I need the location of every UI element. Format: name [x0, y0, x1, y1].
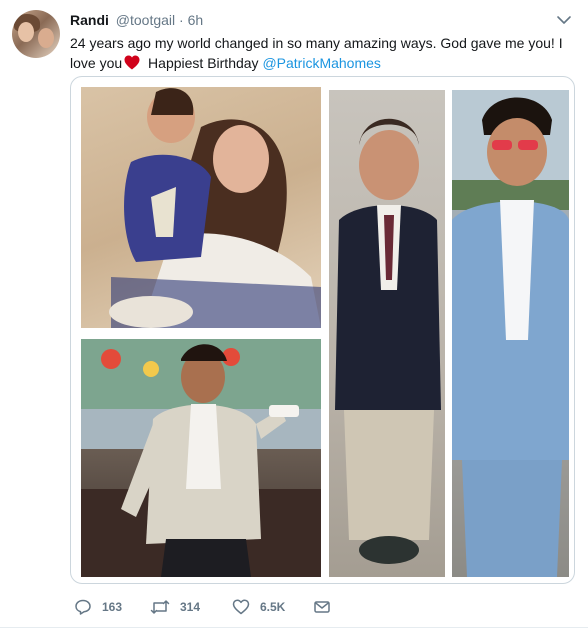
avatar-face — [38, 28, 54, 48]
photo-child-white-jacket — [81, 339, 321, 577]
tweet-text-part: Happiest Birthday — [144, 55, 263, 71]
red-heart-emoji — [124, 55, 140, 75]
mention-link[interactable]: @PatrickMahomes — [262, 55, 380, 71]
retweet-button[interactable]: 314 — [150, 596, 200, 618]
like-icon — [232, 599, 250, 615]
direct-message-button[interactable] — [313, 596, 331, 618]
photo-man-blue-suit — [452, 90, 569, 577]
tweet-header: Randi @tootgail · 6h — [70, 11, 203, 29]
media-container[interactable] — [70, 76, 575, 584]
timestamp[interactable]: 6h — [188, 12, 204, 28]
photo-mother-and-child — [81, 87, 321, 328]
photo-collage — [79, 87, 569, 577]
author-name[interactable]: Randi — [70, 12, 109, 28]
author-handle[interactable]: @tootgail — [116, 12, 175, 28]
tweet-text: 24 years ago my world changed in so many… — [70, 33, 575, 75]
photo-child-navy-blazer — [329, 90, 445, 577]
retweet-count: 314 — [180, 600, 201, 614]
chevron-down-icon[interactable] — [556, 12, 572, 28]
reply-icon — [75, 599, 91, 615]
like-button[interactable]: 6.5K — [232, 596, 285, 618]
reply-count: 163 — [102, 600, 123, 614]
like-count: 6.5K — [260, 600, 286, 614]
avatar[interactable] — [12, 10, 60, 58]
tweet[interactable]: Randi @tootgail · 6h 24 years ago my wor… — [0, 0, 588, 628]
separator: · — [179, 12, 184, 28]
avatar-face — [18, 22, 34, 42]
direct-message-icon — [314, 601, 330, 613]
reply-button[interactable]: 163 — [74, 596, 122, 618]
retweet-icon — [150, 600, 170, 614]
